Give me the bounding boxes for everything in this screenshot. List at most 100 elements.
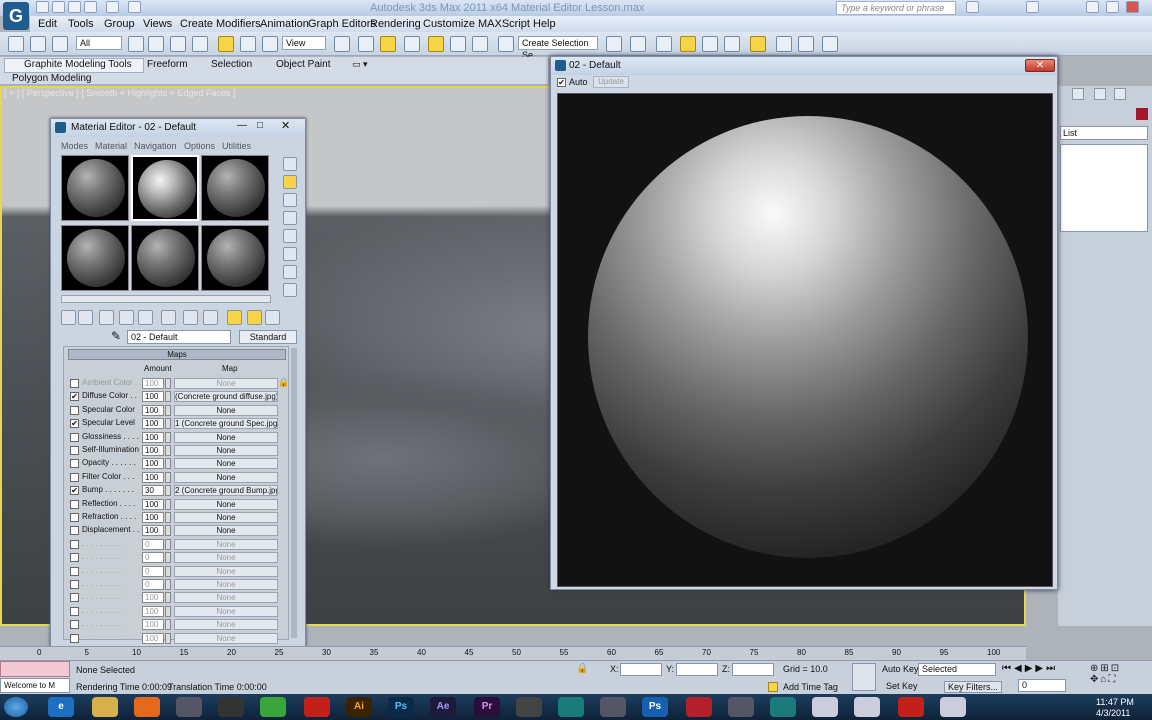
map-enable-checkbox[interactable] bbox=[70, 633, 79, 643]
delete-material-icon[interactable] bbox=[119, 310, 134, 325]
app-logo-icon[interactable]: G bbox=[3, 2, 29, 30]
go-forward-to-sibling-icon[interactable] bbox=[265, 310, 280, 325]
map-slot-button[interactable]: None bbox=[174, 498, 278, 510]
map-amount-field[interactable]: 0 bbox=[142, 538, 164, 550]
map-enable-checkbox[interactable] bbox=[70, 526, 79, 536]
set-key-button[interactable]: Set Key bbox=[886, 681, 918, 691]
menu-utilities[interactable]: Utilities bbox=[222, 141, 251, 151]
app-icon[interactable] bbox=[516, 697, 542, 717]
help-icon[interactable] bbox=[1026, 1, 1039, 13]
map-enable-checkbox[interactable] bbox=[70, 472, 79, 482]
file-explorer-icon[interactable] bbox=[92, 697, 118, 717]
open-icon[interactable] bbox=[52, 1, 65, 13]
create-tab-icon[interactable] bbox=[1072, 88, 1084, 100]
make-unique-icon[interactable] bbox=[138, 310, 153, 325]
graphite-toggle-icon[interactable] bbox=[680, 36, 696, 52]
schematic-view-icon[interactable] bbox=[724, 36, 740, 52]
maximize-icon[interactable]: □ bbox=[257, 120, 263, 131]
map-enable-checkbox[interactable] bbox=[70, 593, 79, 603]
map-slot-button[interactable]: None bbox=[174, 605, 278, 617]
sample-slot-2[interactable] bbox=[131, 155, 199, 221]
render-production-icon[interactable] bbox=[822, 36, 838, 52]
map-amount-spinner[interactable] bbox=[165, 431, 171, 443]
map-enable-checkbox[interactable] bbox=[70, 606, 79, 616]
map-enable-checkbox[interactable] bbox=[70, 566, 79, 576]
app-icon[interactable] bbox=[686, 697, 712, 717]
minimize-icon[interactable] bbox=[1086, 1, 1099, 13]
tab-selection[interactable]: Selection bbox=[211, 59, 252, 70]
menu-animation[interactable]: Animation bbox=[260, 18, 309, 30]
menu-modes[interactable]: Modes bbox=[61, 141, 88, 151]
map-amount-spinner[interactable] bbox=[165, 391, 171, 403]
modifier-list-select[interactable]: List bbox=[1060, 126, 1148, 140]
current-frame-field[interactable]: 0 bbox=[1018, 679, 1066, 692]
save-icon[interactable] bbox=[68, 1, 81, 13]
auto-key-button[interactable]: Auto Key bbox=[882, 664, 919, 674]
add-time-tag[interactable]: Add Time Tag bbox=[783, 682, 838, 692]
material-editor-scrollbar[interactable] bbox=[291, 348, 297, 638]
app-icon[interactable] bbox=[728, 697, 754, 717]
premiere-icon[interactable]: Pr bbox=[474, 697, 500, 717]
map-amount-field[interactable]: 0 bbox=[142, 552, 164, 564]
map-slot-button[interactable]: None bbox=[174, 471, 278, 483]
spinner-snap-icon[interactable] bbox=[472, 36, 488, 52]
map-amount-field[interactable]: 100 bbox=[142, 632, 164, 644]
render-setup-icon[interactable] bbox=[776, 36, 792, 52]
map-amount-spinner[interactable] bbox=[165, 605, 171, 617]
material-type-button[interactable]: Standard bbox=[239, 330, 297, 344]
rectangular-selection-icon[interactable] bbox=[170, 36, 186, 52]
align-icon[interactable] bbox=[630, 36, 646, 52]
map-slot-button[interactable]: None bbox=[174, 431, 278, 443]
put-material-icon[interactable] bbox=[78, 310, 93, 325]
snaps-toggle-icon[interactable] bbox=[404, 36, 420, 52]
photoshop-active-icon[interactable]: Ps bbox=[642, 697, 668, 717]
map-slot-button[interactable]: None bbox=[174, 565, 278, 577]
map-enable-checkbox[interactable] bbox=[70, 405, 79, 415]
minimize-icon[interactable]: — bbox=[237, 120, 247, 131]
utorrent-icon[interactable] bbox=[260, 697, 286, 717]
viewport-label[interactable]: [ + ] [ Perspective ] [ Smooth + Highlig… bbox=[4, 88, 235, 98]
map-amount-field[interactable]: 0 bbox=[142, 565, 164, 577]
link-icon[interactable] bbox=[8, 36, 24, 52]
select-and-scale-icon[interactable] bbox=[262, 36, 278, 52]
set-keys-icon[interactable] bbox=[852, 663, 876, 691]
map-amount-field[interactable]: 100 bbox=[142, 418, 164, 430]
map-amount-spinner[interactable] bbox=[165, 579, 171, 590]
map-enable-checkbox[interactable] bbox=[70, 379, 79, 388]
map-amount-field[interactable]: 100 bbox=[142, 525, 164, 537]
menu-create[interactable]: Create bbox=[180, 18, 213, 30]
map-amount-spinner[interactable] bbox=[165, 404, 171, 416]
app-icon[interactable] bbox=[812, 697, 838, 717]
get-material-icon[interactable] bbox=[61, 310, 76, 325]
media-player-icon[interactable] bbox=[218, 697, 244, 717]
material-editor-icon[interactable] bbox=[750, 36, 766, 52]
mirror-icon[interactable] bbox=[606, 36, 622, 52]
flash-icon[interactable] bbox=[304, 697, 330, 717]
internet-explorer-icon[interactable]: e bbox=[48, 697, 74, 717]
map-amount-field[interactable]: 100 bbox=[142, 391, 164, 403]
map-slot-button[interactable]: (Concrete ground diffuse.jpg) bbox=[174, 391, 278, 403]
map-amount-spinner[interactable] bbox=[165, 485, 171, 497]
app-icon[interactable] bbox=[854, 697, 880, 717]
start-button-icon[interactable] bbox=[4, 697, 28, 717]
window-crossing-icon[interactable] bbox=[192, 36, 208, 52]
update-button[interactable]: Update bbox=[593, 76, 629, 88]
map-slot-button[interactable]: None bbox=[174, 552, 278, 564]
pivot-center-icon[interactable] bbox=[334, 36, 350, 52]
welcome-prompt[interactable]: Welcome to M bbox=[0, 678, 70, 693]
reference-coordinate-select[interactable]: View bbox=[282, 36, 326, 50]
map-amount-spinner[interactable] bbox=[165, 632, 171, 644]
map-enable-checkbox[interactable] bbox=[70, 539, 79, 549]
3ds-max-window-icon[interactable] bbox=[770, 697, 796, 717]
subtab-polygon-modeling[interactable]: Polygon Modeling bbox=[12, 73, 92, 84]
angle-snap-icon[interactable] bbox=[428, 36, 444, 52]
map-slot-button[interactable]: 1 (Concrete ground Spec.jpg) bbox=[174, 418, 278, 430]
map-amount-field[interactable]: 100 bbox=[142, 378, 164, 389]
named-selection-sets-select[interactable]: Create Selection Se bbox=[518, 36, 598, 60]
map-amount-field[interactable]: 30 bbox=[142, 485, 164, 497]
menu-modifiers[interactable]: Modifiers bbox=[216, 18, 261, 30]
menu-material[interactable]: Material bbox=[95, 141, 127, 151]
select-object-icon[interactable] bbox=[128, 36, 144, 52]
menu-views[interactable]: Views bbox=[143, 18, 172, 30]
menu-tools[interactable]: Tools bbox=[68, 18, 94, 30]
